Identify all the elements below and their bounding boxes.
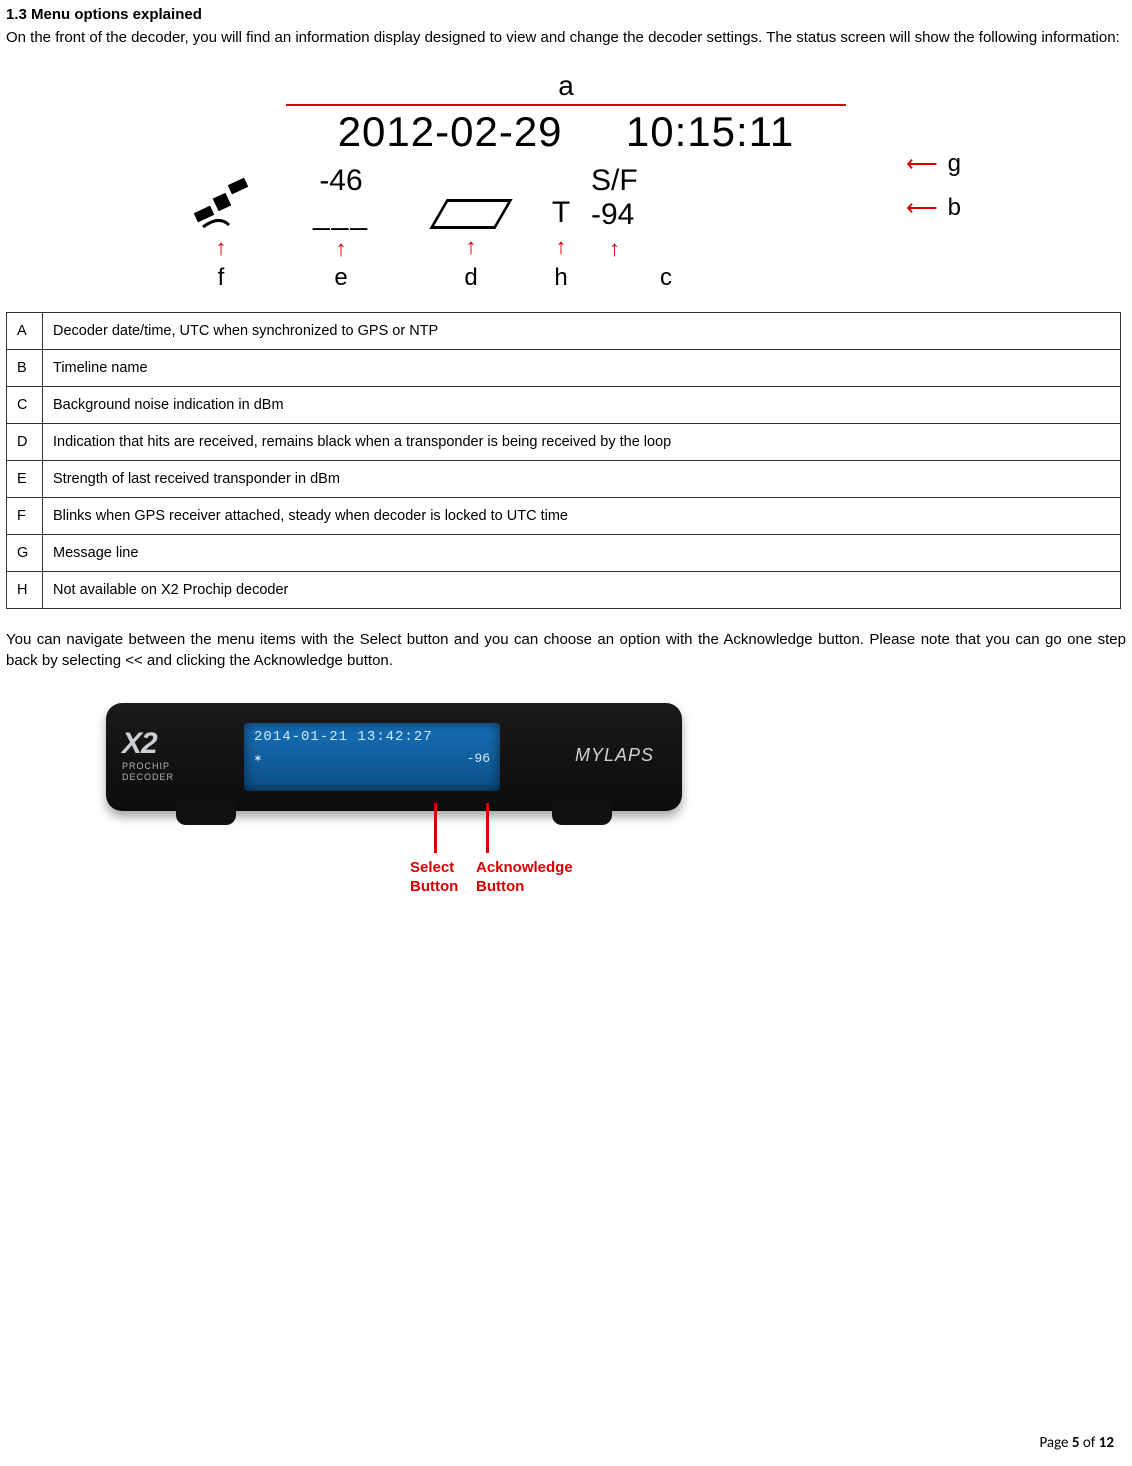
status-datetime: 2012-02-29 10:15:11 xyxy=(171,108,961,156)
legend-key: C xyxy=(7,387,43,424)
table-row: CBackground noise indication in dBm xyxy=(7,387,1121,424)
arrow-up-icon: ↑ xyxy=(531,236,591,258)
device-subtitle-1: PROCHIP xyxy=(122,761,174,772)
legend-description: Timeline name xyxy=(43,350,1121,387)
noise-value: -94 xyxy=(591,198,711,232)
callout-a: a xyxy=(171,70,961,102)
device-subtitle-2: DECODER xyxy=(122,772,174,783)
arrow-up-icon: ↑ xyxy=(609,238,711,260)
callout-c: c xyxy=(591,264,711,292)
status-date: 2012-02-29 xyxy=(338,108,563,155)
gps-satellite-icon: ↑ xyxy=(171,165,271,259)
arrow-up-icon: ↑ xyxy=(411,236,531,258)
lcd-satellite-icon: ✶ xyxy=(254,751,262,766)
legend-description: Blinks when GPS receiver attached, stead… xyxy=(43,498,1121,535)
page-footer: Page 5 of 12 xyxy=(1039,1434,1114,1452)
table-row: EStrength of last received transponder i… xyxy=(7,461,1121,498)
device-brand: MYLAPS xyxy=(575,745,654,766)
legend-description: Background noise indication in dBm xyxy=(43,387,1121,424)
table-row: GMessage line xyxy=(7,535,1121,572)
legend-description: Indication that hits are received, remai… xyxy=(43,424,1121,461)
overline-a xyxy=(286,104,846,106)
legend-description: Strength of last received transponder in… xyxy=(43,461,1121,498)
sf-label: S/F xyxy=(591,164,711,198)
table-row: HNot available on X2 Prochip decoder xyxy=(7,572,1121,609)
status-screen-diagram: a 2012-02-29 10:15:11 ⟵g ⟵b ↑ -46 ___ xyxy=(171,70,961,292)
hit-indicator-box xyxy=(429,199,512,229)
status-time: 10:15:11 xyxy=(626,108,794,155)
legend-key: B xyxy=(7,350,43,387)
device-model: X2 xyxy=(122,727,174,761)
decoder-device: X2 PROCHIP DECODER 2014-01-21 13:42:27 ✶… xyxy=(106,703,682,811)
intro-paragraph: On the front of the decoder, you will fi… xyxy=(6,27,1126,48)
section-heading: 1.3 Menu options explained xyxy=(6,6,1126,23)
select-button-label: SelectButton xyxy=(410,859,458,897)
legend-key: G xyxy=(7,535,43,572)
table-row: FBlinks when GPS receiver attached, stea… xyxy=(7,498,1121,535)
table-row: BTimeline name xyxy=(7,350,1121,387)
callout-h: h xyxy=(531,264,591,292)
legend-key: H xyxy=(7,572,43,609)
legend-key: E xyxy=(7,461,43,498)
arrow-up-icon: ↑ xyxy=(271,238,411,260)
callout-f: f xyxy=(171,264,271,292)
callout-e: e xyxy=(271,264,411,292)
device-lcd-screen: 2014-01-21 13:42:27 ✶ -96 xyxy=(244,723,500,791)
legend-key: D xyxy=(7,424,43,461)
strength-dash: ___ xyxy=(271,198,411,232)
table-row: ADecoder date/time, UTC when synchronize… xyxy=(7,313,1121,350)
callout-d: d xyxy=(411,264,531,292)
legend-description: Decoder date/time, UTC when synchronized… xyxy=(43,313,1121,350)
arrow-up-icon: ↑ xyxy=(171,237,271,259)
decoder-device-figure: X2 PROCHIP DECODER 2014-01-21 13:42:27 ✶… xyxy=(106,703,726,811)
h-letter: T xyxy=(531,196,591,230)
acknowledge-button-label: AcknowledgeButton xyxy=(476,859,573,897)
lcd-datetime: 2014-01-21 13:42:27 xyxy=(254,729,490,745)
legend-key: F xyxy=(7,498,43,535)
callout-line-select xyxy=(434,803,437,853)
legend-table: ADecoder date/time, UTC when synchronize… xyxy=(6,312,1121,609)
legend-key: A xyxy=(7,313,43,350)
legend-description: Not available on X2 Prochip decoder xyxy=(43,572,1121,609)
legend-description: Message line xyxy=(43,535,1121,572)
lcd-noise: -96 xyxy=(467,751,490,766)
table-row: DIndication that hits are received, rema… xyxy=(7,424,1121,461)
strength-value: -46 xyxy=(271,164,411,198)
callout-line-acknowledge xyxy=(486,803,489,853)
navigation-paragraph: You can navigate between the menu items … xyxy=(6,629,1126,671)
